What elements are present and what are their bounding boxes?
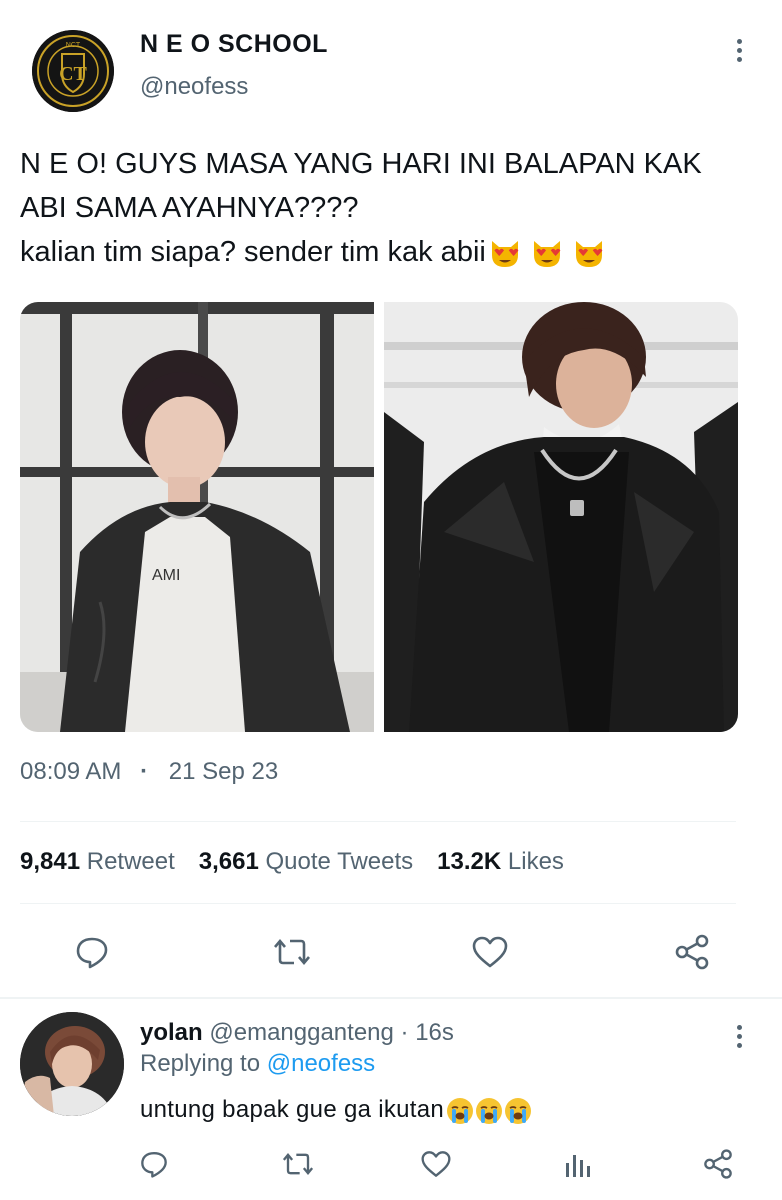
neo-school-logo: CT NCT xyxy=(32,30,114,112)
dot-icon xyxy=(736,1042,742,1048)
reply-more-options-button[interactable] xyxy=(724,1016,754,1056)
author-avatar[interactable]: CT NCT xyxy=(32,30,114,112)
thread-separator xyxy=(0,997,782,999)
reply-meta-separator: · xyxy=(400,1019,409,1046)
author-display-name[interactable]: N E O SCHOOL xyxy=(140,30,328,59)
reply-share-button[interactable] xyxy=(696,1142,740,1186)
likes-count: 13.2K xyxy=(437,848,502,875)
reply-reply-button[interactable] xyxy=(132,1142,176,1186)
reply-author-avatar[interactable] xyxy=(20,1012,124,1116)
quote-count: 3,661 xyxy=(198,848,259,875)
quote-label: Quote Tweets xyxy=(265,848,414,875)
like-button[interactable] xyxy=(466,928,514,976)
reply-time: 16s xyxy=(415,1019,454,1046)
retweet-label: Retweet xyxy=(86,848,175,875)
retweet-stat[interactable]: 9,841 Retweet xyxy=(20,848,199,875)
retweet-count: 9,841 xyxy=(20,848,81,875)
tweet-stats: 9,841 Retweet 3,661 Quote Tweets 13.2K Lik… xyxy=(20,848,588,876)
replying-to-link[interactable]: @neofess xyxy=(267,1050,375,1077)
reply-header: yolan @emangganteng · 16s xyxy=(140,1019,454,1047)
dot-icon xyxy=(736,47,742,53)
replying-to-prefix: Replying to xyxy=(140,1050,261,1077)
divider xyxy=(20,903,736,904)
share-button[interactable] xyxy=(668,928,716,976)
analytics-icon xyxy=(566,1155,590,1177)
dot-icon xyxy=(736,56,742,62)
tweet-date: 21 Sep 23 xyxy=(168,758,279,785)
svg-text:NCT: NCT xyxy=(66,42,81,49)
reply-text-content: untung bapak gue ga ikutan xyxy=(140,1096,445,1123)
tweet-photo-right[interactable] xyxy=(384,302,738,732)
retweet-button[interactable] xyxy=(268,928,316,976)
reply-author-handle[interactable]: @emangganteng xyxy=(209,1019,394,1046)
reply-icon xyxy=(141,1152,167,1178)
more-options-button[interactable] xyxy=(724,30,754,70)
reply-retweet-button[interactable] xyxy=(276,1142,320,1186)
loudly-crying-face-icon xyxy=(505,1097,532,1124)
likes-stat[interactable]: 13.2K Likes xyxy=(437,848,588,875)
heart-icon xyxy=(472,936,508,968)
share-icon xyxy=(704,1149,732,1179)
heart-eyes-cat-icon xyxy=(491,241,519,268)
shirt-print-text: AMI xyxy=(152,567,180,584)
dot-icon xyxy=(736,1024,742,1030)
tweet-photo-left[interactable]: AMI xyxy=(20,302,374,732)
reply-avatar-photo xyxy=(20,1012,124,1116)
photo-left-illustration: AMI xyxy=(20,302,374,732)
heart-eyes-cat-icon xyxy=(575,241,603,268)
tweet-text: N E O! GUYS MASA YANG HARI INI BALAPAN K… xyxy=(20,142,760,274)
reply-like-button[interactable] xyxy=(414,1142,458,1186)
tweet-text-line: N E O! GUYS MASA YANG HARI INI BALAPAN K… xyxy=(20,148,702,180)
quote-stat[interactable]: 3,661 Quote Tweets xyxy=(199,848,437,875)
tweet-text-line-with-emoji: kalian tim siapa? sender tim kak abii xyxy=(20,230,760,274)
loudly-crying-face-icon xyxy=(447,1097,474,1124)
retweet-icon xyxy=(282,1153,314,1175)
reply-icon xyxy=(76,937,108,969)
tweet-text-line: ABI SAMA AYAHNYA???? xyxy=(20,192,359,224)
reply-author-name[interactable]: yolan xyxy=(140,1019,203,1046)
tweet-media-grid: AMI xyxy=(20,302,738,732)
heart-eyes-cat-emoji-group xyxy=(488,230,606,274)
divider xyxy=(20,821,736,822)
dot-icon xyxy=(736,1033,742,1039)
reply-text: untung bapak gue ga ikutan xyxy=(140,1096,532,1125)
crying-emoji-group xyxy=(446,1096,532,1125)
tweet-text-segment: kalian tim siapa? sender tim kak abii xyxy=(20,236,486,268)
loudly-crying-face-icon xyxy=(476,1097,503,1124)
replying-to: Replying to @neofess xyxy=(140,1050,375,1078)
reply-button[interactable] xyxy=(68,928,116,976)
retweet-icon xyxy=(274,938,310,966)
author-handle[interactable]: @neofess xyxy=(140,73,248,101)
photo-right-illustration xyxy=(384,302,738,732)
reply-analytics-button[interactable] xyxy=(556,1142,600,1186)
tweet-timestamp[interactable]: 08:09 AM · 21 Sep 23 xyxy=(20,758,278,786)
heart-eyes-cat-icon xyxy=(533,241,561,268)
dot-icon xyxy=(736,38,742,44)
likes-label: Likes xyxy=(507,848,564,875)
timestamp-separator: · xyxy=(140,758,149,785)
share-icon xyxy=(675,934,709,970)
svg-text:CT: CT xyxy=(59,63,87,85)
heart-icon xyxy=(421,1151,451,1177)
tweet-time: 08:09 AM xyxy=(20,758,122,785)
